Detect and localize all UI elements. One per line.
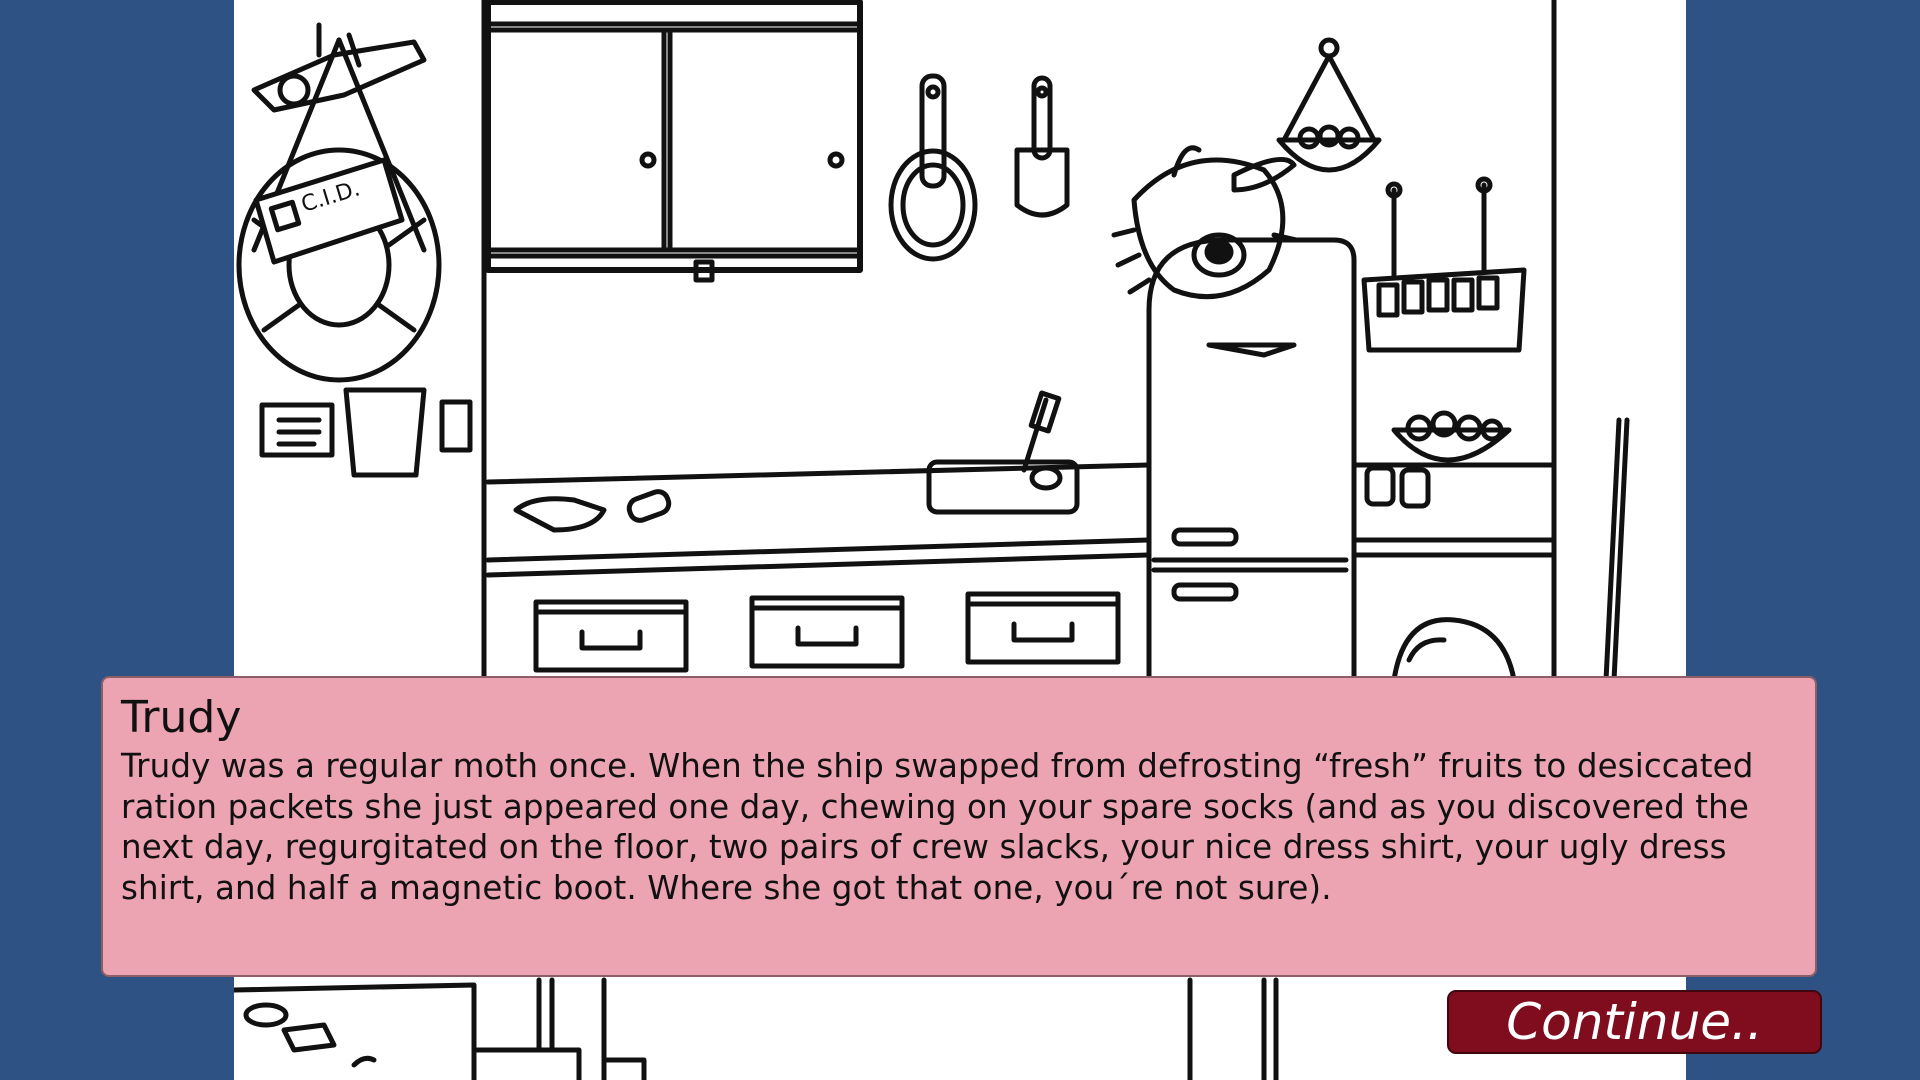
- spice-rack-icon: [1361, 176, 1527, 353]
- hanging-basket-icon: [1276, 37, 1382, 173]
- mop-pole-icon: [1603, 417, 1630, 683]
- wall-edge: [481, 0, 1557, 683]
- dialog-text: Trudy was a regular moth once. When the …: [121, 747, 1754, 907]
- upper-cabinet: [485, 0, 863, 283]
- cutting-board-icon: [926, 390, 1080, 515]
- continue-button[interactable]: Continue..: [1447, 990, 1822, 1054]
- moth-trudy-icon: [1111, 145, 1299, 300]
- dialog-box: Trudy Trudy was a regular moth once. Whe…: [101, 676, 1817, 977]
- floor-items: [234, 977, 1279, 1080]
- game-stage: C.I.D. Trudy Trudy was a regular moth on…: [0, 0, 1920, 1080]
- wall-notes: [259, 387, 473, 478]
- scoop-icon: [1014, 75, 1070, 218]
- countertop: [485, 462, 1152, 578]
- frying-pan-icon: [888, 73, 978, 262]
- helmet-icon: [1391, 617, 1517, 683]
- speaker-name: Trudy: [121, 692, 242, 743]
- fridge-icon: [1146, 237, 1357, 683]
- lower-drawers: [533, 591, 1121, 673]
- fruit-bowl-icon: [1351, 410, 1557, 558]
